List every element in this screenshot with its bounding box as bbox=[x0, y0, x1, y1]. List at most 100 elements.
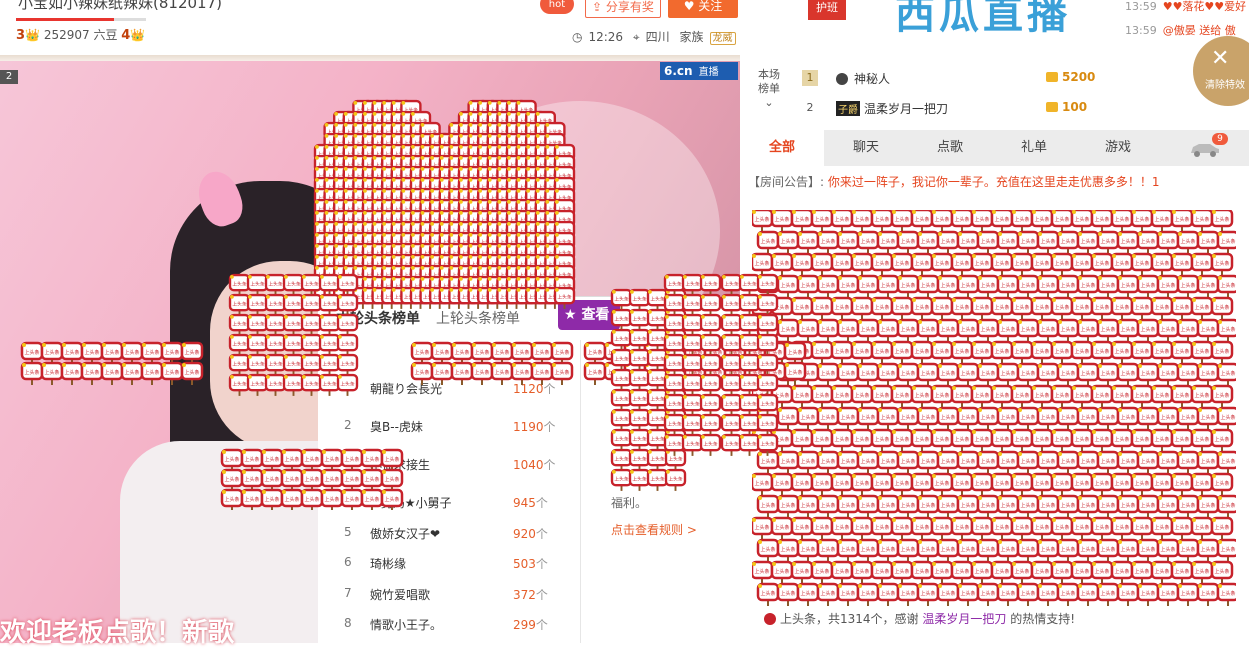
headline-sign: 上头条 bbox=[122, 363, 142, 385]
svg-text:上头条: 上头条 bbox=[874, 260, 889, 267]
svg-text:上头条: 上头条 bbox=[1014, 392, 1029, 399]
svg-text:上头条: 上头条 bbox=[994, 392, 1009, 399]
tab-chat[interactable]: 聊天 bbox=[824, 130, 908, 166]
headline-row[interactable]: 7婉竹爱唱歌372个 bbox=[344, 586, 564, 606]
share-button[interactable]: ⇪ 分享有奖 bbox=[585, 0, 661, 18]
footer-user-link[interactable]: 温柔岁月一把刀 bbox=[922, 612, 1006, 626]
headline-sign: 上头条 bbox=[1038, 452, 1058, 474]
tab-games[interactable]: 游戏 bbox=[1076, 130, 1160, 166]
headline-sign: 上头条 bbox=[958, 232, 978, 254]
rules-link[interactable]: 点击查看规则 > bbox=[611, 521, 697, 538]
headline-sign: 上头条 bbox=[892, 474, 912, 496]
svg-text:上头条: 上头条 bbox=[1060, 326, 1075, 333]
svg-text:上头条: 上头条 bbox=[1214, 568, 1229, 575]
svg-text:上头条: 上头条 bbox=[820, 458, 835, 465]
headline-sign: 上头条 bbox=[1212, 430, 1232, 452]
follow-label: 关注 bbox=[698, 0, 722, 13]
svg-text:上头条: 上头条 bbox=[104, 369, 119, 376]
headline-sign: 上头条 bbox=[1198, 364, 1218, 386]
tab-song-request[interactable]: 点歌 bbox=[908, 130, 992, 166]
headline-sign: 上头条 bbox=[22, 343, 42, 365]
ticker-text: @傲晏 送给 傲 bbox=[1163, 24, 1236, 37]
svg-text:上头条: 上头条 bbox=[1060, 238, 1075, 245]
svg-text:上头条: 上头条 bbox=[1194, 524, 1209, 531]
headline-sign: 上头条 bbox=[302, 375, 321, 396]
headline-sign: 上头条 bbox=[701, 295, 720, 316]
headline-sign: 上头条 bbox=[818, 540, 838, 562]
headline-sign: 上头条 bbox=[1172, 562, 1192, 584]
svg-text:上头条: 上头条 bbox=[1140, 414, 1155, 421]
headline-sign: 上头条 bbox=[722, 275, 741, 296]
family-tag[interactable]: 龙威 bbox=[710, 32, 736, 45]
headline-sign: 上头条 bbox=[1052, 474, 1072, 496]
headline-sign: 上头条 bbox=[918, 364, 938, 386]
headline-rank: 8 bbox=[344, 616, 352, 630]
headline-sign: 上头条 bbox=[492, 363, 512, 385]
guard-button[interactable]: 护班 bbox=[808, 0, 846, 20]
headline-sign: 上头条 bbox=[342, 450, 362, 472]
headline-sign: 上头条 bbox=[872, 474, 892, 496]
tab-gift-list[interactable]: 礼单 bbox=[992, 130, 1076, 166]
svg-text:上头条: 上头条 bbox=[940, 502, 955, 509]
headline-sign: 上头条 bbox=[630, 290, 649, 311]
svg-text:上头条: 上头条 bbox=[820, 370, 835, 377]
headline-sign: 上头条 bbox=[1038, 496, 1058, 518]
svg-text:上头条: 上头条 bbox=[1194, 568, 1209, 575]
svg-text:上头条: 上头条 bbox=[1054, 392, 1069, 399]
svg-text:上头条: 上头条 bbox=[994, 216, 1009, 223]
svg-text:上头条: 上头条 bbox=[1134, 480, 1149, 487]
svg-text:上头条: 上头条 bbox=[164, 349, 179, 356]
svg-text:上头条: 上头条 bbox=[1194, 392, 1209, 399]
svg-text:上头条: 上头条 bbox=[820, 546, 835, 553]
headline-sign: 上头条 bbox=[998, 364, 1018, 386]
headline-sign: 上头条 bbox=[1012, 298, 1032, 320]
svg-text:上头条: 上头条 bbox=[474, 369, 489, 376]
headline-sign: 上头条 bbox=[320, 335, 339, 356]
headline-sign: 上头条 bbox=[952, 386, 972, 408]
headline-sign: 上头条 bbox=[1192, 254, 1212, 276]
headline-sign: 上头条 bbox=[898, 496, 918, 518]
svg-text:上头条: 上头条 bbox=[64, 349, 79, 356]
svg-text:上头条: 上头条 bbox=[954, 392, 969, 399]
svg-text:上头条: 上头条 bbox=[980, 458, 995, 465]
headline-sign: 上头条 bbox=[1112, 474, 1132, 496]
room-meta: ◷12:26 ⌖四川 家族龙威 bbox=[572, 28, 742, 45]
headline-user: 琦彬缘 bbox=[370, 555, 406, 572]
svg-text:上头条: 上头条 bbox=[1074, 216, 1089, 223]
headline-sign: 上头条 bbox=[1212, 342, 1232, 364]
svg-text:上头条: 上头条 bbox=[934, 392, 949, 399]
headline-sign: 上头条 bbox=[1132, 386, 1152, 408]
headline-sign: 上头条 bbox=[1152, 386, 1172, 408]
svg-text:上头条: 上头条 bbox=[1120, 282, 1135, 289]
svg-text:上头条: 上头条 bbox=[894, 216, 909, 223]
headline-row[interactable]: 5傲娇女汉子❤920个 bbox=[344, 525, 564, 545]
headline-sign: 上头条 bbox=[322, 450, 342, 472]
headline-sign: 上头条 bbox=[1138, 408, 1158, 430]
svg-text:上头条: 上头条 bbox=[840, 546, 855, 553]
headline-row[interactable]: 6琦彬缘503个 bbox=[344, 555, 564, 575]
svg-text:上头条: 上头条 bbox=[880, 502, 895, 509]
headline-sign: 上头条 bbox=[585, 343, 605, 365]
follow-button[interactable]: ♥ 关注 bbox=[668, 0, 738, 18]
headline-sign: 上头条 bbox=[701, 435, 720, 456]
svg-text:上头条: 上头条 bbox=[1120, 370, 1135, 377]
headline-sign: 上头条 bbox=[302, 450, 322, 472]
headline-sign: 上头条 bbox=[898, 584, 918, 606]
headline-row[interactable]: 8情歌小王子。299个 bbox=[344, 616, 564, 636]
headline-sign: 上头条 bbox=[740, 415, 759, 436]
svg-text:上头条: 上头条 bbox=[1180, 590, 1195, 597]
headline-sign: 上头条 bbox=[1132, 562, 1152, 584]
rank-row[interactable]: 1 神秘人 5200 bbox=[802, 70, 1102, 94]
svg-text:上头条: 上头条 bbox=[934, 480, 949, 487]
headline-sign: 上头条 bbox=[1218, 584, 1236, 606]
svg-text:上头条: 上头条 bbox=[960, 238, 975, 245]
headline-sign: 上头条 bbox=[872, 298, 892, 320]
headline-sign: 上头条 bbox=[1132, 518, 1152, 540]
headline-sign: 上头条 bbox=[1178, 584, 1198, 606]
rank-row[interactable]: 2 子爵温柔岁月一把刀 100 bbox=[802, 100, 1102, 124]
svg-text:上头条: 上头条 bbox=[974, 260, 989, 267]
headline-sign: 上头条 bbox=[912, 518, 932, 540]
ticker-time: 13:59 bbox=[1125, 24, 1157, 37]
svg-text:上头条: 上头条 bbox=[1180, 238, 1195, 245]
headline-sign-grid: 上头条上头条上头条上头条上头条上头条上头条上头条上头条上头条上头条上头条上头条上… bbox=[752, 210, 1236, 606]
